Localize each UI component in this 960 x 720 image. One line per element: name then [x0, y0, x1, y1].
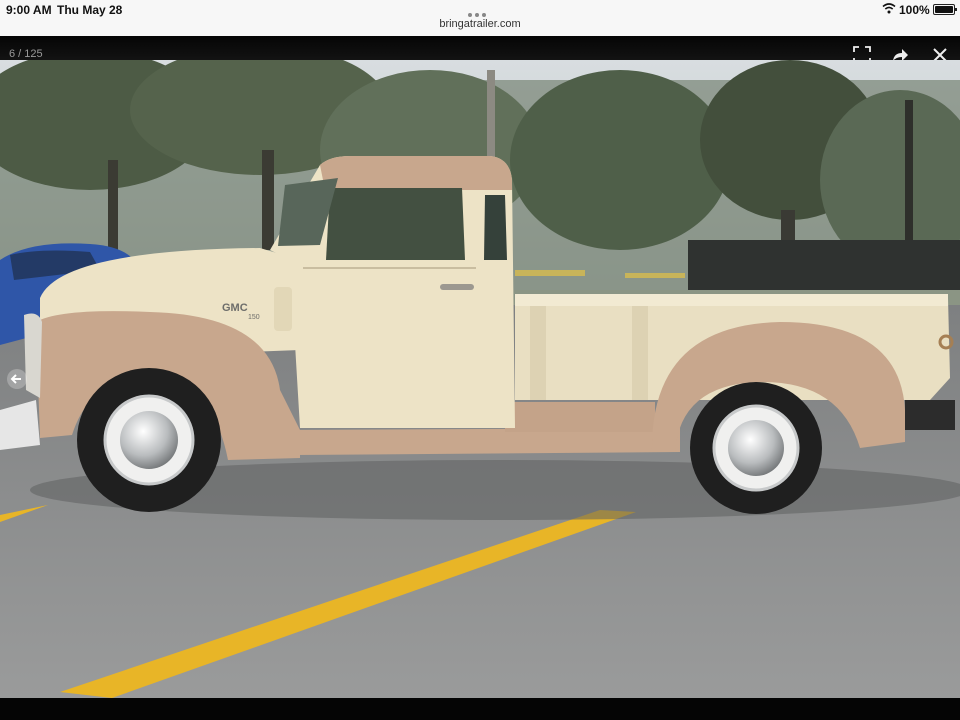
gallery-bottom-bar: [0, 698, 960, 720]
wifi-icon: [882, 3, 896, 14]
battery-percent: 100%: [899, 3, 930, 17]
status-time: 9:00 AM: [6, 3, 52, 17]
front-wheel: [77, 368, 221, 512]
badge-model: 150: [248, 314, 260, 321]
address-url[interactable]: bringatrailer.com: [0, 18, 960, 30]
prev-arrow-icon[interactable]: [6, 368, 28, 390]
gmc-badge: GMC: [222, 302, 248, 314]
image-counter: 6 / 125: [9, 48, 43, 60]
status-date: Thu May 28: [57, 3, 123, 17]
truck-photo: GMC 150: [0, 60, 960, 698]
status-bar: 9:00 AM Thu May 28 bringatrailer.com 100…: [0, 0, 960, 36]
rear-wheel: [690, 382, 822, 514]
multitask-dots-icon[interactable]: [468, 4, 492, 17]
battery-icon: [933, 4, 957, 15]
